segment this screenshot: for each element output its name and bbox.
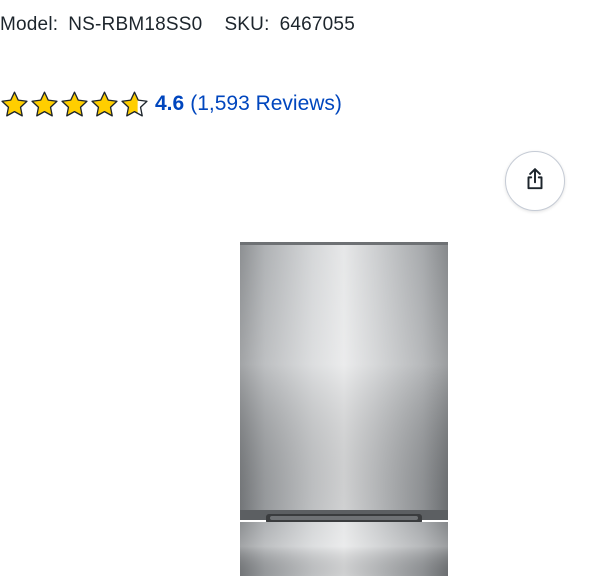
- model-sku-line: Model: NS-RBM18SS0 SKU: 6467055: [0, 14, 377, 36]
- model-value: NS-RBM18SS0: [68, 14, 203, 35]
- product-image[interactable]: [238, 242, 450, 576]
- star-icon: [30, 90, 59, 119]
- customer-rating[interactable]: 4.6 (1,593 Reviews): [0, 87, 342, 121]
- product-header: Model: NS-RBM18SS0 SKU: 6467055 4.6 (1,5…: [0, 0, 592, 576]
- half-star-icon: [120, 90, 149, 119]
- rating-score: 4.6: [155, 92, 185, 115]
- star-rating: [0, 90, 149, 119]
- share-icon: [522, 166, 548, 197]
- star-icon: [90, 90, 119, 119]
- share-button[interactable]: [505, 151, 565, 211]
- model-label: Model:: [0, 14, 59, 35]
- sku-value: 6467055: [279, 14, 355, 35]
- star-icon: [0, 90, 29, 119]
- sku-label: SKU:: [224, 14, 270, 35]
- reviews-link[interactable]: (1,593 Reviews): [190, 92, 342, 116]
- refrigerator-image: [240, 242, 448, 576]
- star-icon: [60, 90, 89, 119]
